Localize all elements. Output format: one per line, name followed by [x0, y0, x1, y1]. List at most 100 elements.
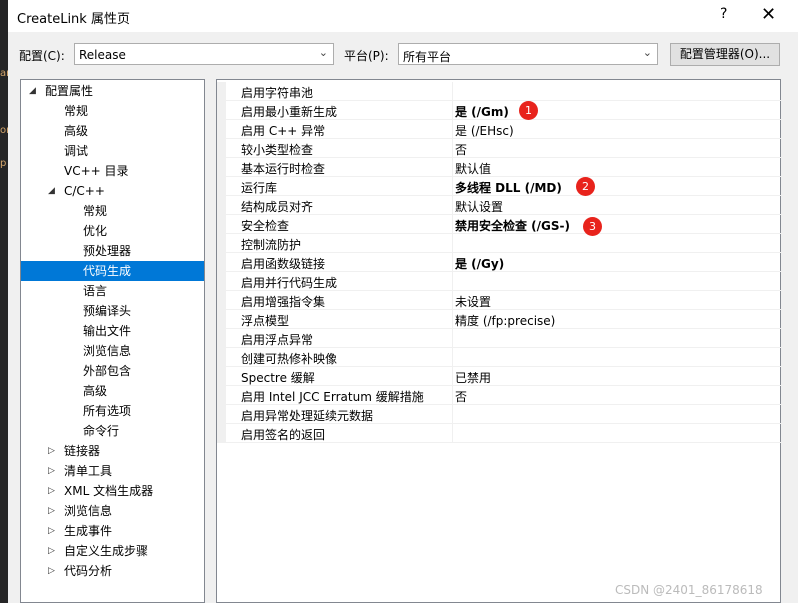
property-name: 启用字符串池: [241, 86, 314, 100]
property-row[interactable]: 安全检查 禁用安全检查 (/GS-): [217, 215, 781, 234]
property-row[interactable]: 控制流防护: [217, 234, 781, 253]
tree-item[interactable]: 常规: [21, 101, 204, 121]
property-value[interactable]: 已禁用: [455, 369, 491, 386]
annotation-badge-1: 1: [519, 101, 538, 120]
expanded-arrow-icon[interactable]: ◢: [29, 81, 36, 101]
tree-item[interactable]: ▷ 生成事件: [21, 521, 204, 541]
column-divider: [452, 329, 453, 348]
property-name: Spectre 缓解: [241, 371, 315, 385]
property-row[interactable]: 启用增强指令集 未设置: [217, 291, 781, 310]
tree-item[interactable]: 语言: [21, 281, 204, 301]
property-row[interactable]: 启用并行代码生成: [217, 272, 781, 291]
property-row[interactable]: 启用 Intel JCC Erratum 缓解措施 否: [217, 386, 781, 405]
tree-item[interactable]: ▷ 链接器: [21, 441, 204, 461]
tree-item-label: 优化: [83, 224, 108, 238]
collapsed-arrow-icon[interactable]: ▷: [48, 461, 55, 481]
column-divider: [452, 177, 453, 196]
property-row[interactable]: 启用 C++ 异常 是 (/EHsc): [217, 120, 781, 139]
tree-item[interactable]: ◢ 配置属性: [21, 81, 204, 101]
tree-item-label: 配置属性: [45, 84, 94, 98]
config-manager-button[interactable]: 配置管理器(O)...: [670, 43, 780, 66]
property-name: 控制流防护: [241, 238, 302, 252]
row-gutter: [217, 234, 226, 253]
tree-item[interactable]: 优化: [21, 221, 204, 241]
collapsed-arrow-icon[interactable]: ▷: [48, 541, 55, 561]
collapsed-arrow-icon[interactable]: ▷: [48, 521, 55, 541]
property-value[interactable]: 默认设置: [455, 198, 503, 215]
tree-item[interactable]: 命令行: [21, 421, 204, 441]
property-value[interactable]: 精度 (/fp:precise): [455, 312, 555, 329]
property-value[interactable]: 否: [455, 388, 467, 405]
tree-item-label: 常规: [64, 104, 89, 118]
tree-item[interactable]: 外部包含: [21, 361, 204, 381]
property-value[interactable]: 是 (/EHsc): [455, 122, 514, 139]
tree-item[interactable]: ▷ XML 文档生成器: [21, 481, 204, 501]
close-icon[interactable]: ✕: [761, 4, 776, 25]
property-name: 基本运行时检查: [241, 162, 326, 176]
property-name: 安全检查: [241, 219, 290, 233]
platform-dropdown[interactable]: 所有平台 ⌄: [398, 43, 658, 65]
tree-item[interactable]: ▷ 代码分析: [21, 561, 204, 581]
property-row[interactable]: 浮点模型 精度 (/fp:precise): [217, 310, 781, 329]
tree-item[interactable]: ▷ 浏览信息: [21, 501, 204, 521]
property-row[interactable]: 运行库 多线程 DLL (/MD): [217, 177, 781, 196]
column-divider: [452, 348, 453, 367]
tree-item[interactable]: 浏览信息: [21, 341, 204, 361]
property-row[interactable]: 启用函数级链接 是 (/Gy): [217, 253, 781, 272]
property-row[interactable]: 启用浮点异常: [217, 329, 781, 348]
row-gutter: [217, 291, 226, 310]
property-row[interactable]: 结构成员对齐 默认设置: [217, 196, 781, 215]
tree-item-label: 高级: [83, 384, 108, 398]
row-gutter: [217, 101, 226, 120]
collapsed-arrow-icon[interactable]: ▷: [48, 441, 55, 461]
row-gutter: [217, 253, 226, 272]
tree-item[interactable]: 调试: [21, 141, 204, 161]
config-dropdown[interactable]: Release ⌄: [74, 43, 334, 65]
tree-item[interactable]: 输出文件: [21, 321, 204, 341]
property-value[interactable]: 默认值: [455, 160, 491, 177]
property-value[interactable]: 未设置: [455, 293, 491, 310]
property-name: 运行库: [241, 181, 278, 195]
tree-item[interactable]: 代码生成: [21, 261, 204, 281]
platform-value: 所有平台: [403, 50, 452, 64]
tree-item[interactable]: 常规: [21, 201, 204, 221]
property-row[interactable]: 启用字符串池: [217, 82, 781, 101]
tree-item[interactable]: 高级: [21, 381, 204, 401]
property-value[interactable]: 禁用安全检查 (/GS-): [455, 217, 570, 234]
property-row[interactable]: 创建可热修补映像: [217, 348, 781, 367]
property-row[interactable]: 较小类型检查 否: [217, 139, 781, 158]
property-row[interactable]: 启用异常处理延续元数据: [217, 405, 781, 424]
property-grid: 启用字符串池 启用最小重新生成是 (/Gm) 启用 C++ 异常是 (/EHsc) 较…: [216, 79, 781, 603]
row-gutter: [217, 139, 226, 158]
tree-item-label: 预处理器: [83, 244, 132, 258]
collapsed-arrow-icon[interactable]: ▷: [48, 481, 55, 501]
property-row[interactable]: Spectre 缓解 已禁用: [217, 367, 781, 386]
tree-item[interactable]: 所有选项: [21, 401, 204, 421]
tree-item[interactable]: ▷ 清单工具: [21, 461, 204, 481]
tree-item[interactable]: ▷ 自定义生成步骤: [21, 541, 204, 561]
tree-item[interactable]: ◢ C/C++: [21, 181, 204, 201]
column-divider: [452, 82, 453, 101]
expanded-arrow-icon[interactable]: ◢: [48, 181, 55, 201]
property-row[interactable]: 基本运行时检查 默认值: [217, 158, 781, 177]
help-icon[interactable]: ?: [720, 6, 727, 22]
column-divider: [452, 367, 453, 386]
property-value[interactable]: 多线程 DLL (/MD): [455, 179, 562, 196]
property-value[interactable]: 是 (/Gm): [455, 103, 509, 120]
property-value[interactable]: 否: [455, 141, 467, 158]
tree-item[interactable]: VC++ 目录: [21, 161, 204, 181]
row-gutter: [217, 424, 226, 443]
collapsed-arrow-icon[interactable]: ▷: [48, 561, 55, 581]
collapsed-arrow-icon[interactable]: ▷: [48, 501, 55, 521]
tree-item[interactable]: 高级: [21, 121, 204, 141]
property-row[interactable]: 启用签名的返回: [217, 424, 781, 443]
property-name: 启用函数级链接: [241, 257, 326, 271]
tree-item[interactable]: 预编译头: [21, 301, 204, 321]
column-divider: [452, 291, 453, 310]
property-value[interactable]: 是 (/Gy): [455, 255, 504, 272]
property-row[interactable]: 启用最小重新生成 是 (/Gm): [217, 101, 781, 120]
row-gutter: [217, 329, 226, 348]
tree-item[interactable]: 预处理器: [21, 241, 204, 261]
row-gutter: [217, 272, 226, 291]
config-value: Release: [79, 48, 126, 62]
